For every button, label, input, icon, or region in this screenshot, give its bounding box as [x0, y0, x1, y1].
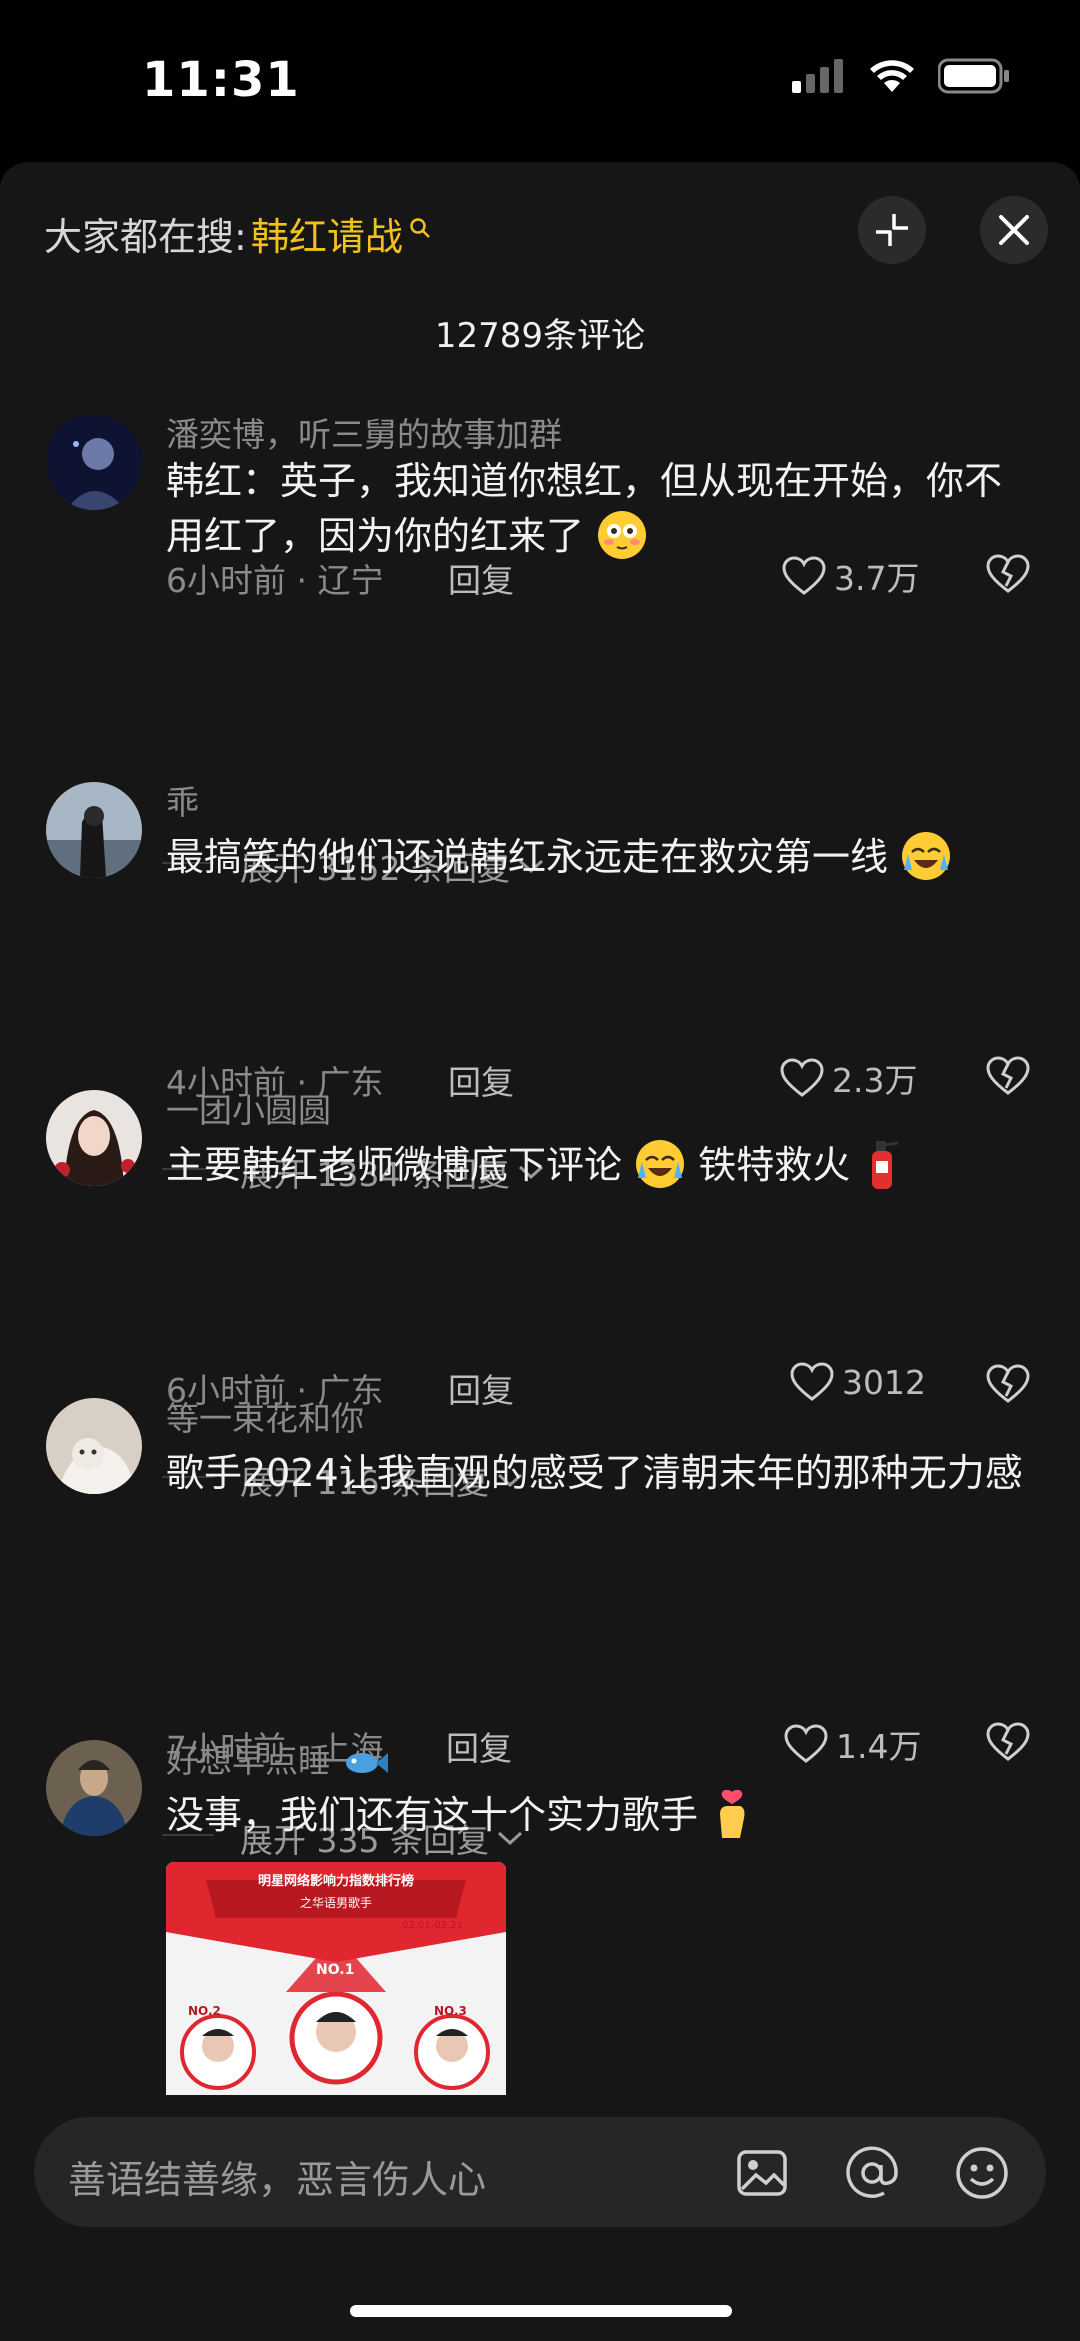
- search-icon: [410, 217, 430, 238]
- image-button[interactable]: [734, 2145, 790, 2201]
- chart-image-date: 02.01-02.21: [402, 1920, 463, 1931]
- comment-text-content: 主要韩红老师微博底下评论: [166, 1143, 623, 1187]
- comment-meta: 6小时前 · 辽宁: [166, 561, 384, 600]
- chart-image-subtitle: 之华语男歌手: [299, 1896, 372, 1910]
- comment-text: 最搞笑的他们还说韩红永远走在救灾第一线: [166, 830, 1026, 885]
- comment-text-content: 最搞笑的他们还说韩红永远走在救灾第一线: [166, 835, 889, 879]
- comment-text: 主要韩红老师微博底下评论 铁特救火: [166, 1138, 1026, 1193]
- heart-icon: [790, 1362, 834, 1401]
- comment-text-content: 没事，我们还有这十个实力歌手: [166, 1793, 699, 1837]
- reply-button[interactable]: 回复: [448, 1056, 514, 1104]
- search-keyword[interactable]: 韩红请战: [251, 206, 403, 261]
- flushed-face-icon: [598, 510, 647, 559]
- reply-button[interactable]: 回复: [446, 1722, 512, 1770]
- avatar[interactable]: [46, 1090, 142, 1186]
- close-button[interactable]: [980, 196, 1048, 264]
- comment-author-name: 好想早点睡: [166, 1741, 331, 1780]
- search-suggestion[interactable]: 大家都在搜: 韩红请战: [44, 206, 431, 261]
- heart-icon: [784, 1724, 828, 1763]
- heart-icon: [780, 1058, 824, 1097]
- like-button[interactable]: 3012: [790, 1362, 926, 1402]
- rank-3-label: NO.3: [434, 2004, 467, 2018]
- mention-button[interactable]: [844, 2145, 900, 2201]
- collapse-icon: [876, 214, 908, 246]
- comment-input-bar: 善语结善缘，恶言伤人心: [0, 2095, 1080, 2341]
- avatar[interactable]: [46, 782, 142, 878]
- image-icon: [737, 2150, 787, 2196]
- comment-author[interactable]: 一团小圆圆: [166, 1084, 331, 1132]
- comment-image[interactable]: 明星网络影响力指数排行榜 之华语男歌手 02.01-02.21 NO.1 NO.…: [166, 1862, 506, 2102]
- heart-icon: [782, 556, 826, 595]
- close-icon: [999, 215, 1029, 245]
- like-button[interactable]: 3.7万: [782, 552, 919, 600]
- like-count: 2.3万: [832, 1061, 918, 1100]
- at-mention-icon: [846, 2146, 898, 2198]
- comment-text: 韩红：英子，我知道你想红，但从现在开始，你不用红了，因为你的红来了: [166, 454, 1026, 564]
- comment-author[interactable]: 乖: [166, 776, 199, 824]
- comment-input-placeholder: 善语结善缘，恶言伤人心: [68, 2158, 487, 2202]
- crying-face-icon: [902, 831, 951, 880]
- comment-text: 没事，我们还有这十个实力歌手: [166, 1788, 1026, 1843]
- like-button[interactable]: 2.3万: [780, 1054, 917, 1102]
- status-time: 11:31: [142, 52, 300, 108]
- comment-author[interactable]: 等一束花和你: [166, 1392, 364, 1440]
- cellular-signal-icon: [792, 59, 843, 93]
- avatar[interactable]: [46, 1398, 142, 1494]
- comment-count: 12789条评论: [434, 316, 646, 356]
- dislike-icon[interactable]: [986, 1364, 1030, 1404]
- search-prefix: 大家都在搜:: [44, 215, 247, 259]
- reply-button[interactable]: 回复: [448, 554, 514, 602]
- dislike-icon[interactable]: [986, 1722, 1030, 1762]
- comment-text-content: 铁特救火: [698, 1143, 851, 1187]
- fire-extinguisher-icon: [872, 1140, 899, 1189]
- home-indicator: [350, 2305, 732, 2317]
- emoji-button[interactable]: [954, 2145, 1010, 2201]
- dislike-icon[interactable]: [986, 554, 1030, 594]
- comment-input[interactable]: 善语结善缘，恶言伤人心: [34, 2117, 1046, 2227]
- avatar[interactable]: [46, 414, 142, 510]
- rank-1-label: NO.1: [316, 1962, 355, 1978]
- avatar[interactable]: [46, 1740, 142, 1836]
- comment-author[interactable]: 潘奕博，听三舅的故事加群: [166, 408, 562, 456]
- battery-icon: [938, 58, 1009, 94]
- dislike-icon[interactable]: [986, 1056, 1030, 1096]
- comment-sheet: 大家都在搜: 韩红请战 12789条评论 潘奕博，听三舅的故事加群 韩红：英子，…: [0, 162, 1080, 2341]
- collapse-button[interactable]: [858, 196, 926, 264]
- comment-text-content: 韩红：英子，我知道你想红，但从现在开始，你不用红了，因为你的红来了: [166, 459, 1003, 558]
- fish-icon: [345, 1752, 388, 1773]
- finger-heart-icon: [720, 1789, 745, 1838]
- like-button[interactable]: 1.4万: [784, 1720, 921, 1768]
- like-count: 3012: [842, 1362, 926, 1402]
- status-icons: [792, 58, 1010, 94]
- reply-button[interactable]: 回复: [448, 1364, 514, 1412]
- comment-author[interactable]: 好想早点睡: [166, 1734, 390, 1782]
- emoji-icon: [956, 2147, 1008, 2199]
- crying-face-icon: [636, 1139, 685, 1188]
- comment-text: 歌手2024让我直观的感受了清朝末年的那种无力感: [166, 1451, 1023, 1495]
- wifi-icon: [870, 60, 914, 92]
- status-bar: 11:31: [0, 0, 1080, 160]
- like-count: 3.7万: [834, 559, 920, 598]
- rank-2-label: NO.2: [188, 2004, 221, 2018]
- like-count: 1.4万: [836, 1727, 922, 1766]
- chart-image-title: 明星网络影响力指数排行榜: [257, 1874, 414, 1889]
